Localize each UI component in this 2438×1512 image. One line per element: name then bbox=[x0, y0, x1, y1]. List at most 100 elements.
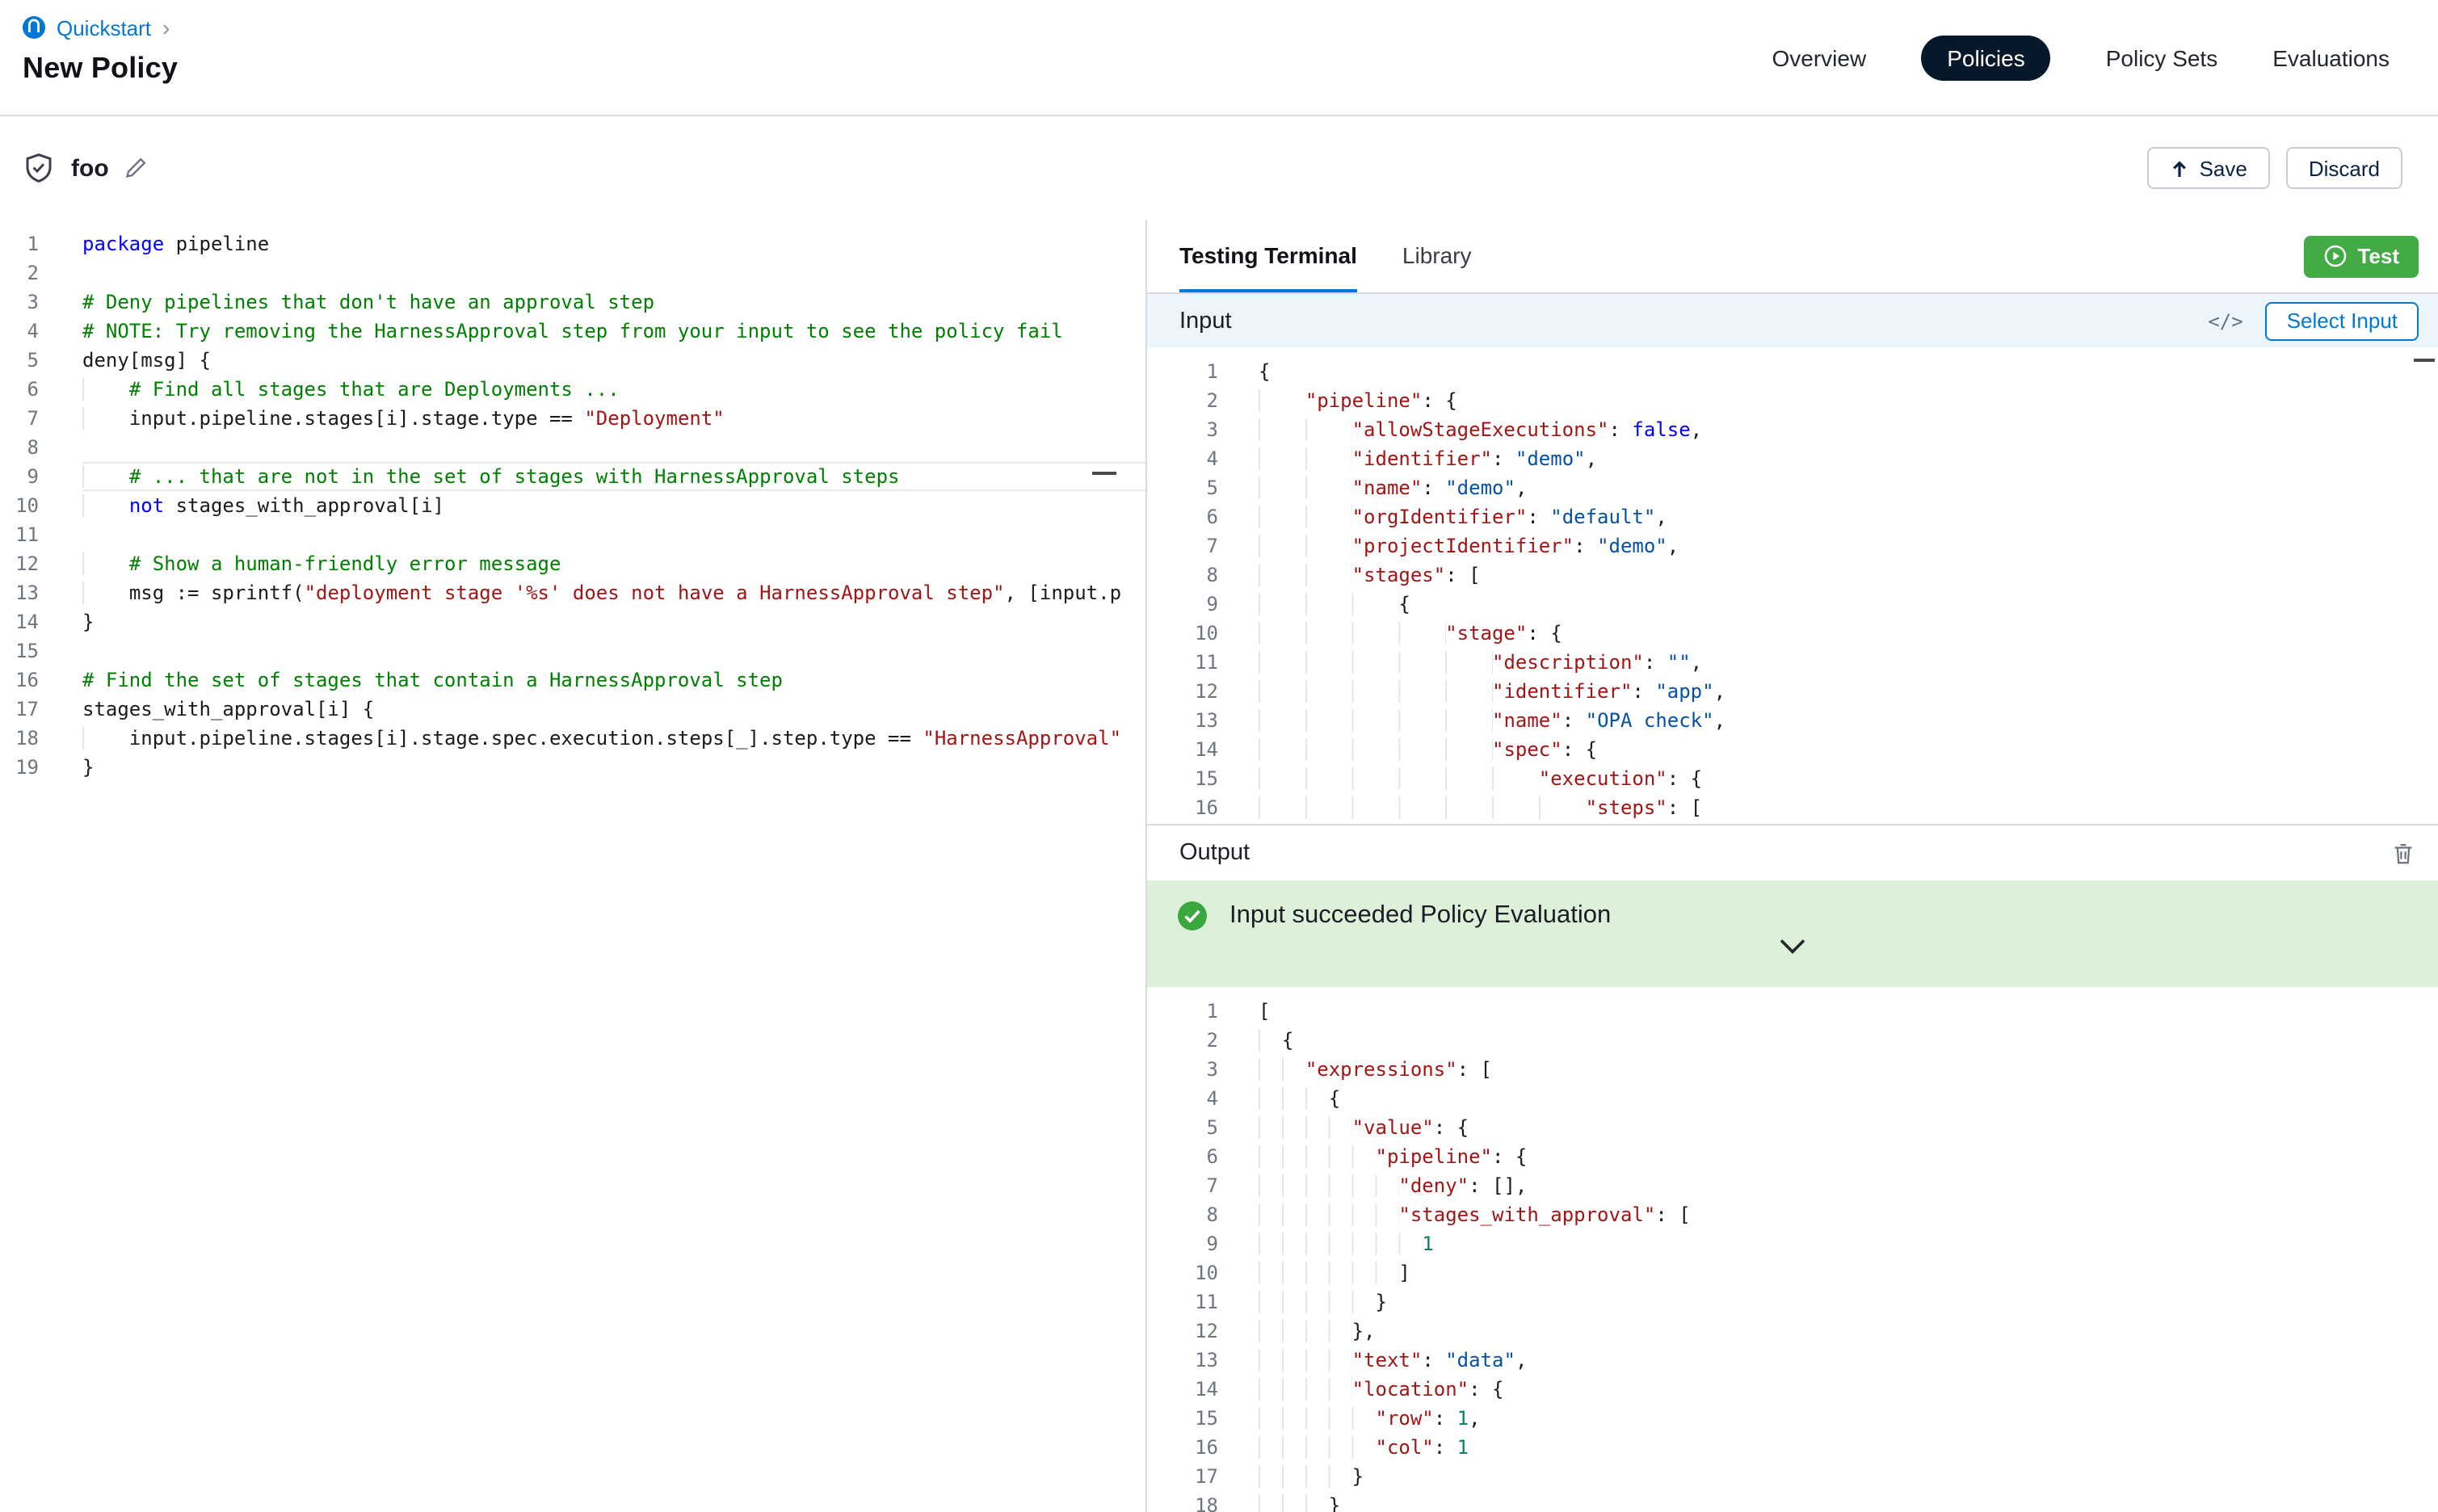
page-header: Quickstart › New Policy OverviewPolicies… bbox=[0, 0, 2438, 116]
code-line[interactable]: "identifier": "app", bbox=[1259, 677, 2438, 706]
edit-pencil-icon[interactable] bbox=[125, 157, 148, 179]
code-line[interactable]: input.pipeline.stages[i].stage.spec.exec… bbox=[82, 724, 1145, 753]
code-line[interactable]: 1 bbox=[1259, 1229, 2438, 1258]
code-line[interactable]: "allowStageExecutions": false, bbox=[1259, 415, 2438, 444]
line-number: 1 bbox=[1147, 357, 1218, 386]
code-brackets-icon[interactable]: </> bbox=[2208, 309, 2243, 332]
tab-testing-terminal[interactable]: Testing Terminal bbox=[1179, 220, 1357, 292]
test-button[interactable]: Test bbox=[2304, 235, 2419, 277]
code-line[interactable]: # ... that are not in the set of stages … bbox=[82, 462, 1145, 491]
code-line[interactable]: "deny": [], bbox=[1259, 1171, 2438, 1200]
code-line[interactable]: input.pipeline.stages[i].stage.type == "… bbox=[82, 404, 1145, 433]
line-number: 17 bbox=[0, 695, 39, 724]
code-line[interactable]: ] bbox=[1259, 1258, 2438, 1287]
trash-icon[interactable] bbox=[2391, 841, 2415, 865]
input-editor[interactable]: 12345678910111213141516 { "pipeline": { … bbox=[1147, 347, 2438, 824]
code-line[interactable]: "projectIdentifier": "demo", bbox=[1259, 531, 2438, 561]
code-line[interactable]: # Deny pipelines that don't have an appr… bbox=[82, 288, 1145, 317]
code-line[interactable] bbox=[82, 520, 1145, 549]
code-line[interactable]: } bbox=[1259, 1491, 2438, 1512]
line-number: 15 bbox=[1147, 1404, 1218, 1433]
code-line[interactable] bbox=[82, 433, 1145, 462]
policy-editor-code[interactable]: package pipeline # Deny pipelines that do… bbox=[55, 220, 1145, 1512]
check-circle-icon bbox=[1176, 900, 1208, 932]
code-line[interactable]: # Show a human-friendly error message bbox=[82, 549, 1145, 578]
code-line[interactable]: "name": "OPA check", bbox=[1259, 706, 2438, 735]
code-line[interactable]: "identifier": "demo", bbox=[1259, 444, 2438, 473]
code-line[interactable]: # Find all stages that are Deployments .… bbox=[82, 375, 1145, 404]
code-line[interactable]: } bbox=[1259, 1287, 2438, 1317]
code-line[interactable]: { bbox=[1259, 590, 2438, 619]
line-number: 14 bbox=[0, 607, 39, 636]
discard-button[interactable]: Discard bbox=[2286, 147, 2402, 189]
code-line[interactable]: msg := sprintf("deployment stage '%s' do… bbox=[82, 578, 1145, 607]
code-line[interactable]: not stages_with_approval[i] bbox=[82, 491, 1145, 520]
code-line[interactable]: "description": "", bbox=[1259, 648, 2438, 677]
line-number: 9 bbox=[0, 462, 39, 491]
input-header-bar: Input </> Select Input bbox=[1147, 294, 2438, 347]
save-button[interactable]: Save bbox=[2148, 147, 2270, 189]
line-number: 16 bbox=[0, 666, 39, 695]
terminal-tabs: Testing Terminal Library bbox=[1147, 220, 1472, 292]
code-line[interactable]: "text": "data", bbox=[1259, 1346, 2438, 1375]
code-line[interactable]: "row": 1, bbox=[1259, 1404, 2438, 1433]
code-line[interactable]: { bbox=[1259, 357, 2438, 386]
code-line[interactable]: } bbox=[82, 753, 1145, 782]
output-editor-code[interactable]: [ { "expressions": [ { "value": { "pipel… bbox=[1231, 987, 2438, 1512]
policy-editor[interactable]: 12345678910111213141516171819 package pi… bbox=[0, 220, 1145, 1512]
line-number: 13 bbox=[0, 578, 39, 607]
code-line[interactable]: "value": { bbox=[1259, 1113, 2438, 1142]
code-line[interactable]: "stage": { bbox=[1259, 619, 2438, 648]
breadcrumb: Quickstart › bbox=[23, 15, 178, 40]
code-line[interactable] bbox=[82, 636, 1145, 666]
policy-pane: 12345678910111213141516171819 package pi… bbox=[0, 220, 1147, 1512]
nav-policy-sets[interactable]: Policy Sets bbox=[2106, 44, 2218, 70]
code-line[interactable]: "spec": { bbox=[1259, 735, 2438, 764]
code-line[interactable]: "pipeline": { bbox=[1259, 1142, 2438, 1171]
success-banner: Input succeeded Policy Evaluation bbox=[1147, 880, 2438, 987]
banner-message: Input succeeded Policy Evaluation bbox=[1230, 901, 1611, 930]
code-line[interactable]: "orgIdentifier": "default", bbox=[1259, 502, 2438, 531]
code-line[interactable]: { bbox=[1259, 1026, 2438, 1055]
code-line[interactable]: "expressions": [ bbox=[1259, 1055, 2438, 1084]
code-line[interactable]: }, bbox=[1259, 1317, 2438, 1346]
code-line[interactable]: } bbox=[1259, 1462, 2438, 1491]
line-number: 1 bbox=[1147, 997, 1218, 1026]
code-line[interactable]: stages_with_approval[i] { bbox=[82, 695, 1145, 724]
code-line[interactable]: [ bbox=[1259, 997, 2438, 1026]
code-line[interactable]: "stages_with_approval": [ bbox=[1259, 1200, 2438, 1229]
nav-overview[interactable]: Overview bbox=[1772, 44, 1867, 70]
code-line[interactable]: # Find the set of stages that contain a … bbox=[82, 666, 1145, 695]
code-line[interactable]: deny[msg] { bbox=[82, 346, 1145, 375]
tab-library[interactable]: Library bbox=[1402, 220, 1472, 292]
breadcrumb-link[interactable]: Quickstart bbox=[57, 15, 151, 40]
input-editor-code[interactable]: { "pipeline": { "allowStageExecutions": … bbox=[1231, 347, 2438, 824]
code-line[interactable]: "name": "demo", bbox=[1259, 473, 2438, 502]
play-icon bbox=[2323, 244, 2348, 268]
code-line[interactable]: "location": { bbox=[1259, 1375, 2438, 1404]
code-line[interactable]: package pipeline bbox=[82, 229, 1145, 258]
output-editor[interactable]: 123456789101112131415161718 [ { "express… bbox=[1147, 987, 2438, 1512]
nav-policies[interactable]: Policies bbox=[1921, 35, 2051, 80]
code-line[interactable]: # NOTE: Try removing the HarnessApproval… bbox=[82, 317, 1145, 346]
nav-evaluations[interactable]: Evaluations bbox=[2272, 44, 2390, 70]
output-editor-gutter: 123456789101112131415161718 bbox=[1147, 987, 1231, 1512]
line-number: 19 bbox=[0, 753, 39, 782]
overview-cursor-dash bbox=[1092, 472, 1116, 475]
testing-terminal-pane: Testing Terminal Library Test Input </> S… bbox=[1147, 220, 2438, 1512]
save-button-label: Save bbox=[2200, 156, 2247, 180]
line-number: 14 bbox=[1147, 735, 1218, 764]
chevron-down-icon[interactable] bbox=[1779, 939, 1806, 955]
code-line[interactable] bbox=[82, 258, 1145, 288]
overview-cursor-dash bbox=[2414, 359, 2435, 362]
code-line[interactable]: "col": 1 bbox=[1259, 1433, 2438, 1462]
code-line[interactable]: { bbox=[1259, 1084, 2438, 1113]
policy-editor-gutter: 12345678910111213141516171819 bbox=[0, 220, 55, 1512]
code-line[interactable]: } bbox=[82, 607, 1145, 636]
select-input-button[interactable]: Select Input bbox=[2266, 301, 2419, 340]
line-number: 4 bbox=[0, 317, 39, 346]
code-line[interactable]: "pipeline": { bbox=[1259, 386, 2438, 415]
code-line[interactable]: "steps": [ bbox=[1259, 793, 2438, 822]
code-line[interactable]: "execution": { bbox=[1259, 764, 2438, 793]
code-line[interactable]: "stages": [ bbox=[1259, 561, 2438, 590]
